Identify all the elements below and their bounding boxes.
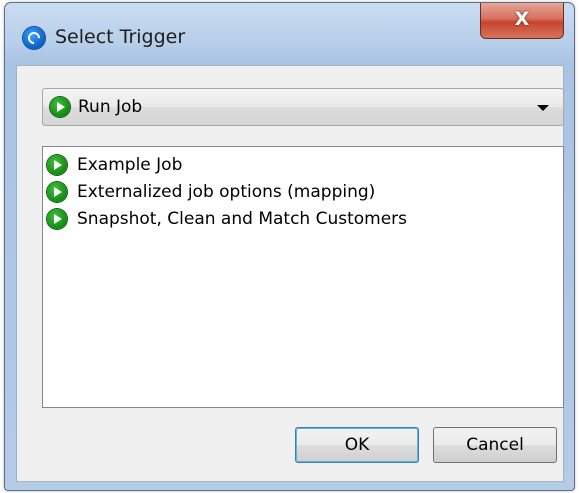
list-item[interactable]: Example Job <box>43 152 563 179</box>
select-trigger-dialog: Select Trigger X Run Job Example Job Ext… <box>4 2 575 491</box>
close-icon: X <box>514 8 530 30</box>
trigger-type-dropdown[interactable]: Run Job <box>42 88 564 126</box>
play-icon <box>47 209 67 229</box>
play-icon <box>47 155 67 175</box>
list-item[interactable]: Externalized job options (mapping) <box>43 179 563 206</box>
dialog-title: Select Trigger <box>55 26 186 48</box>
play-icon <box>50 97 70 117</box>
close-button[interactable]: X <box>480 3 564 39</box>
list-item[interactable]: Snapshot, Clean and Match Customers <box>43 206 563 233</box>
chevron-down-icon <box>537 105 549 111</box>
job-label: Snapshot, Clean and Match Customers <box>77 209 408 229</box>
title-bar[interactable]: Select Trigger X <box>5 3 574 63</box>
job-label: Externalized job options (mapping) <box>77 182 376 202</box>
job-list[interactable]: Example Job Externalized job options (ma… <box>42 146 564 408</box>
dialog-content: Run Job Example Job Externalized job opt… <box>16 65 564 482</box>
job-label: Example Job <box>77 155 183 175</box>
cancel-button[interactable]: Cancel <box>433 427 557 463</box>
app-logo-icon <box>23 27 45 49</box>
trigger-type-selected: Run Job <box>78 97 143 117</box>
ok-button[interactable]: OK <box>295 427 419 463</box>
play-icon <box>47 182 67 202</box>
